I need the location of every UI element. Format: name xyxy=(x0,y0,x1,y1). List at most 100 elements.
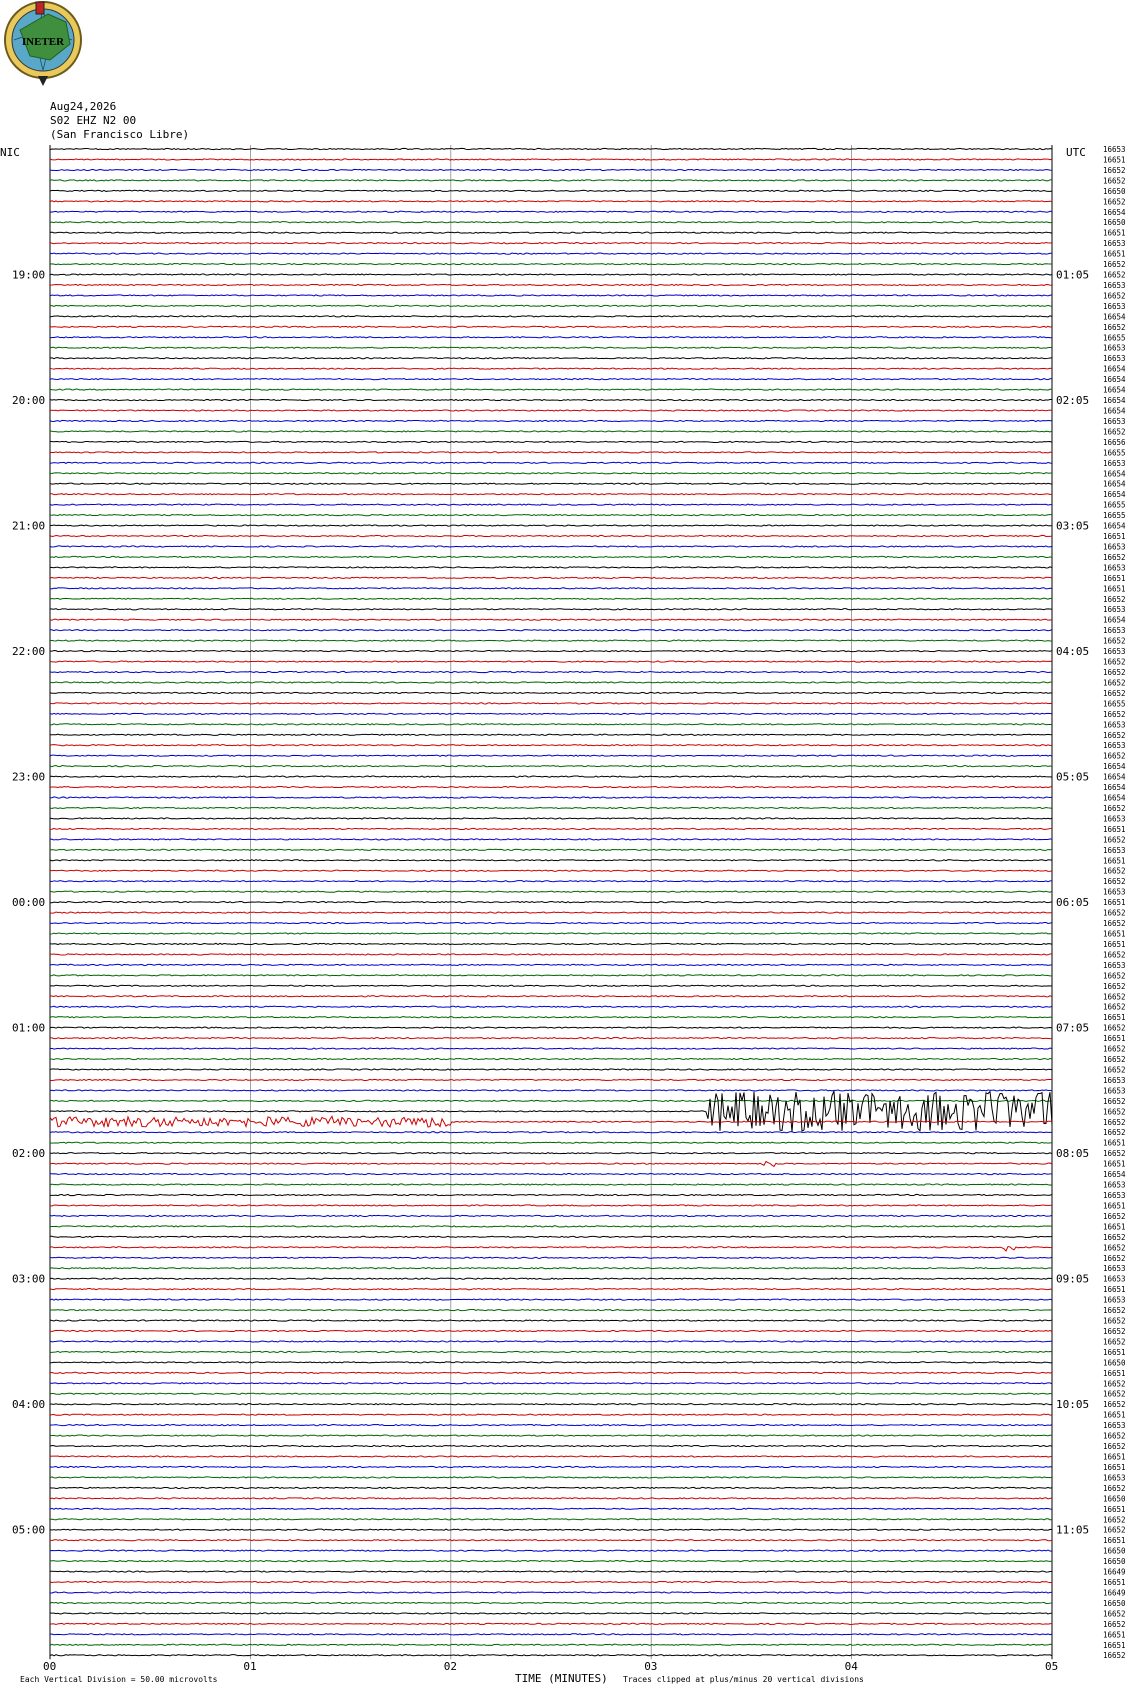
trace-96 xyxy=(49,1152,1053,1155)
trace-132 xyxy=(49,1528,1053,1531)
trace-value-3: 16652 xyxy=(1103,176,1126,185)
trace-value-85: 16651 xyxy=(1103,1034,1126,1043)
trace-value-103: 16651 xyxy=(1103,1222,1126,1231)
trace-83 xyxy=(49,1016,1053,1019)
trace-value-109: 16651 xyxy=(1103,1285,1126,1294)
trace-27 xyxy=(49,430,1053,433)
trace-value-33: 16654 xyxy=(1103,490,1126,499)
trace-value-42: 16651 xyxy=(1103,584,1126,593)
trace-value-108: 16653 xyxy=(1103,1275,1126,1284)
x-tick-label-02: 02 xyxy=(444,1660,457,1673)
trace-value-37: 16651 xyxy=(1103,532,1126,541)
trace-value-80: 16652 xyxy=(1103,982,1126,991)
trace-35 xyxy=(49,513,1053,517)
trace-40 xyxy=(49,566,1053,569)
left-hour-label-3: 22:00 xyxy=(12,645,45,658)
trace-25 xyxy=(49,409,1053,412)
trace-value-105: 16652 xyxy=(1103,1243,1126,1252)
trace-value-46: 16653 xyxy=(1103,626,1126,635)
trace-value-100: 16653 xyxy=(1103,1191,1126,1200)
seismogram-chart: 00 01 02 03 04 051665316651166521665216650166… xyxy=(0,145,1126,1685)
trace-value-123: 16652 xyxy=(1103,1432,1126,1441)
trace-140 xyxy=(49,1612,1053,1615)
trace-value-111: 16652 xyxy=(1103,1306,1126,1315)
trace-value-98: 16654 xyxy=(1103,1170,1126,1179)
trace-value-94: 16652 xyxy=(1103,1128,1126,1137)
trace-8 xyxy=(49,231,1053,234)
trace-value-93: 16652 xyxy=(1103,1118,1126,1127)
trace-134 xyxy=(49,1549,1053,1552)
trace-value-31: 16654 xyxy=(1103,469,1126,478)
trace-122 xyxy=(49,1423,1053,1427)
trace-129 xyxy=(49,1497,1053,1500)
left-hour-label-10: 05:00 xyxy=(12,1524,45,1537)
trace-value-61: 16654 xyxy=(1103,783,1126,792)
trace-144 xyxy=(49,1654,1053,1657)
trace-74 xyxy=(49,921,1053,925)
trace-value-50: 16652 xyxy=(1103,668,1126,677)
trace-value-110: 16653 xyxy=(1103,1296,1126,1305)
trace-109 xyxy=(49,1288,1053,1291)
right-hour-label-8: 09:05 xyxy=(1056,1273,1089,1286)
trace-value-122: 16653 xyxy=(1103,1421,1126,1430)
trace-66 xyxy=(49,838,1053,841)
trace-value-43: 16652 xyxy=(1103,595,1126,604)
x-tick-label-05: 05 xyxy=(1045,1660,1058,1673)
trace-47 xyxy=(49,639,1053,642)
trace-value-5: 16652 xyxy=(1103,197,1126,206)
trace-value-36: 16654 xyxy=(1103,522,1126,531)
trace-118 xyxy=(49,1382,1053,1385)
trace-value-9: 16653 xyxy=(1103,239,1126,248)
trace-39 xyxy=(49,555,1053,559)
trace-111 xyxy=(49,1308,1053,1312)
trace-value-106: 16652 xyxy=(1103,1254,1126,1263)
trace-99 xyxy=(49,1183,1053,1186)
trace-38 xyxy=(49,545,1053,548)
trace-6 xyxy=(49,210,1053,213)
trace-value-32: 16654 xyxy=(1103,480,1126,489)
trace-value-87: 16652 xyxy=(1103,1055,1126,1064)
trace-117 xyxy=(49,1371,1053,1374)
trace-value-7: 16650 xyxy=(1103,218,1126,227)
trace-value-54: 16652 xyxy=(1103,710,1126,719)
trace-113 xyxy=(49,1329,1053,1333)
trace-78 xyxy=(49,963,1053,967)
trace-value-12: 16652 xyxy=(1103,271,1126,280)
trace-value-84: 16652 xyxy=(1103,1024,1126,1033)
seismic-traces xyxy=(49,147,1053,1657)
trace-124 xyxy=(49,1444,1053,1448)
trace-value-125: 16651 xyxy=(1103,1453,1126,1462)
trace-value-68: 16651 xyxy=(1103,856,1126,865)
right-timezone-label: UTC xyxy=(1066,146,1086,159)
trace-59 xyxy=(49,765,1053,768)
trace-value-81: 16652 xyxy=(1103,992,1126,1001)
trace-84 xyxy=(49,1026,1053,1029)
left-hour-label-0: 19:00 xyxy=(12,269,45,282)
trace-value-45: 16654 xyxy=(1103,616,1126,625)
trace-2 xyxy=(49,168,1053,172)
trace-value-60: 16654 xyxy=(1103,773,1126,782)
trace-130 xyxy=(49,1507,1053,1510)
trace-41 xyxy=(49,576,1053,580)
trace-17 xyxy=(49,325,1053,328)
trace-79 xyxy=(49,974,1053,977)
trace-107 xyxy=(49,1267,1053,1270)
trace-53 xyxy=(49,702,1053,705)
trace-64 xyxy=(49,817,1053,820)
trace-value-15: 16653 xyxy=(1103,302,1126,311)
trace-131 xyxy=(49,1518,1053,1521)
trace-value-16: 16654 xyxy=(1103,312,1126,321)
trace-value-22: 16654 xyxy=(1103,375,1126,384)
trace-value-35: 16655 xyxy=(1103,511,1126,520)
trace-51 xyxy=(49,681,1053,684)
trace-value-57: 16653 xyxy=(1103,741,1126,750)
trace-77 xyxy=(49,953,1053,956)
trace-value-99: 16653 xyxy=(1103,1181,1126,1190)
trace-value-133: 16651 xyxy=(1103,1536,1126,1545)
trace-62 xyxy=(49,796,1053,799)
trace-value-76: 16651 xyxy=(1103,940,1126,949)
trace-value-1: 16651 xyxy=(1103,155,1126,164)
trace-101 xyxy=(49,1204,1053,1207)
trace-143 xyxy=(49,1643,1053,1646)
trace-value-141: 16652 xyxy=(1103,1620,1126,1629)
